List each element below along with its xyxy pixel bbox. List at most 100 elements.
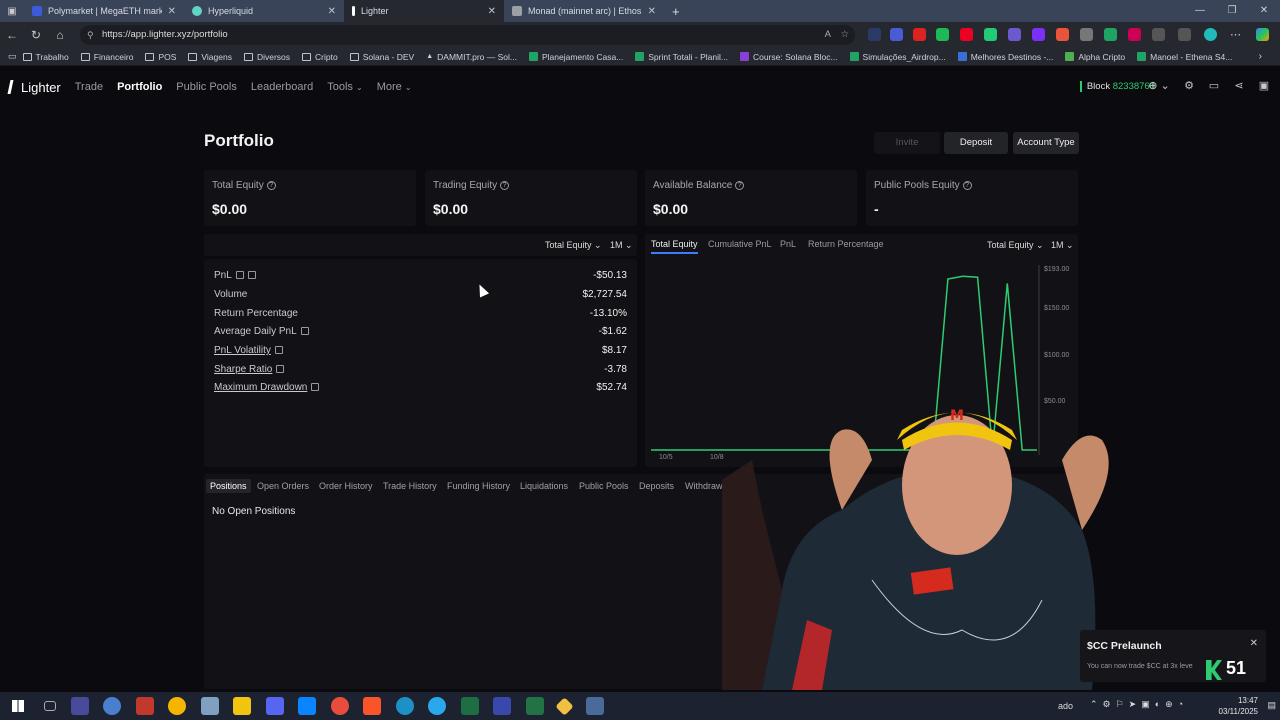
browser-tab-polymarket[interactable]: Polymarket | MegaETH market ca ✕	[24, 0, 184, 22]
tab-positions[interactable]: Positions	[206, 479, 251, 493]
account-type-button[interactable]: Account Type	[1013, 132, 1079, 154]
browser-tab-hyperliquid[interactable]: Hyperliquid ✕	[184, 0, 344, 22]
extension-icon[interactable]	[1128, 28, 1141, 41]
nav-tools[interactable]: Tools ⌄	[327, 81, 362, 93]
reload-icon[interactable]: ↻	[24, 28, 48, 42]
close-icon[interactable]: ✕	[488, 6, 496, 17]
share-icon[interactable]	[300, 327, 309, 336]
chrome-icon[interactable]	[168, 697, 186, 715]
stat-label[interactable]: PnL Volatility	[214, 345, 271, 356]
new-tab-icon[interactable]: +	[672, 4, 680, 19]
bookmark-item[interactable]: Diversos	[238, 52, 296, 62]
profile-avatar[interactable]	[1204, 28, 1217, 41]
tab-open-orders[interactable]: Open Orders	[257, 481, 309, 491]
stats-metric-dropdown[interactable]: Total Equity ⌄	[545, 240, 602, 251]
chart-metric-dropdown[interactable]: Total Equity ⌄	[987, 240, 1044, 251]
info-icon[interactable]: ?	[735, 180, 745, 190]
extension-icon[interactable]	[1104, 28, 1117, 41]
taskbar-app-icon[interactable]	[103, 697, 121, 715]
stat-label[interactable]: Maximum Drawdown	[214, 382, 307, 393]
tab-liquidations[interactable]: Liquidations	[520, 481, 568, 491]
bookmark-item[interactable]: Planejamento Casa...	[523, 52, 629, 62]
extension-icon[interactable]	[868, 28, 881, 41]
task-view-icon[interactable]	[44, 701, 56, 711]
tab-funding-history[interactable]: Funding History	[447, 481, 510, 491]
bookmark-item[interactable]: Manoel - Ethena S4...	[1131, 52, 1238, 62]
extension-icon[interactable]	[1056, 28, 1069, 41]
nav-portfolio[interactable]: Portfolio	[117, 81, 162, 93]
stats-range-dropdown[interactable]: 1M ⌄	[610, 240, 633, 251]
taskbar-app-icon[interactable]	[330, 697, 349, 715]
taskbar-app-icon[interactable]	[135, 697, 154, 715]
chart-tab-total-equity[interactable]: Total Equity	[651, 239, 698, 254]
back-icon[interactable]: ←	[0, 28, 24, 42]
taskbar-app-icon[interactable]	[200, 697, 219, 715]
bookmark-item[interactable]: POS	[139, 52, 182, 62]
browser-tab-lighter[interactable]: Lighter ✕	[344, 0, 504, 22]
info-icon[interactable]: ?	[962, 180, 972, 190]
info-icon[interactable]: ?	[266, 180, 276, 190]
file-explorer-icon[interactable]	[233, 697, 251, 715]
tab-order-history[interactable]: Order History	[319, 481, 373, 491]
lighter-logo[interactable]: Lighter	[7, 80, 61, 95]
bookmark-item[interactable]: Trabalho	[17, 52, 75, 62]
extensions-puzzle-icon[interactable]	[1152, 28, 1165, 41]
share-icon[interactable]	[235, 271, 244, 280]
bookmark-item[interactable]: Alpha Cripto	[1059, 52, 1131, 62]
bookmark-item[interactable]: Financeiro	[75, 52, 140, 62]
bookmark-item[interactable]: Cripto	[296, 52, 344, 62]
nav-public-pools[interactable]: Public Pools	[176, 81, 237, 93]
nav-leaderboard[interactable]: Leaderboard	[251, 81, 313, 93]
restore-icon[interactable]: ❐	[1216, 0, 1248, 22]
close-window-icon[interactable]: ✕	[1248, 0, 1280, 22]
extension-icon[interactable]	[936, 28, 949, 41]
share-icon[interactable]	[274, 346, 283, 355]
chart-range-dropdown[interactable]: 1M ⌄	[1051, 240, 1074, 251]
bookmark-item[interactable]: Course: Solana Bloc...	[734, 52, 844, 62]
calendar-icon[interactable]	[247, 271, 256, 280]
taskbar-app-icon[interactable]	[525, 697, 544, 715]
home-icon[interactable]: ⌂	[48, 28, 72, 42]
close-icon[interactable]: ✕	[1250, 638, 1258, 649]
chart-tab-return-percentage[interactable]: Return Percentage	[808, 239, 884, 249]
calculator-icon[interactable]	[585, 697, 604, 715]
invite-button[interactable]: Invite	[874, 132, 940, 154]
tab-public-pools[interactable]: Public Pools	[579, 481, 629, 491]
telegram-icon[interactable]	[428, 697, 446, 715]
bookmarks-menu-icon[interactable]: ▭	[8, 51, 17, 62]
edge-icon[interactable]	[395, 697, 414, 715]
excel-icon[interactable]	[460, 697, 479, 715]
extension-icon[interactable]	[1080, 28, 1093, 41]
deposit-button[interactable]: Deposit	[944, 132, 1008, 154]
extension-icon[interactable]	[1032, 28, 1045, 41]
close-icon[interactable]: ✕	[328, 6, 336, 17]
tab-deposits[interactable]: Deposits	[639, 481, 674, 491]
extension-icon[interactable]	[913, 28, 926, 41]
extension-icon[interactable]	[960, 28, 973, 41]
close-icon[interactable]: ✕	[648, 6, 656, 17]
nav-trade[interactable]: Trade	[75, 81, 103, 93]
copilot-icon[interactable]	[1256, 28, 1269, 41]
globe-icon[interactable]: ⊕ ⌄	[1146, 79, 1172, 93]
chat-icon[interactable]: ▭	[1206, 79, 1222, 93]
chevron-right-icon[interactable]: ›	[1259, 51, 1262, 62]
site-info-icon[interactable]: ⚲	[87, 25, 94, 45]
favorites-icon[interactable]	[1178, 28, 1191, 41]
minimize-icon[interactable]: —	[1184, 0, 1216, 22]
taskbar-app-icon[interactable]	[555, 696, 574, 716]
read-aloud-icon[interactable]: A	[825, 25, 831, 45]
windows-start-icon[interactable]	[12, 700, 24, 712]
close-icon[interactable]: ✕	[168, 6, 176, 17]
wallet-icon[interactable]: ▣	[1256, 79, 1272, 93]
nav-more[interactable]: More ⌄	[377, 81, 412, 93]
bookmark-item[interactable]: Sprint Totali - Planil...	[629, 52, 734, 62]
brave-icon[interactable]	[363, 697, 381, 715]
bookmark-item[interactable]: ▲ DAMMIT.pro — Sol...	[420, 52, 523, 62]
taskbar-app-icon[interactable]	[70, 697, 89, 715]
extension-icon[interactable]	[890, 28, 903, 41]
settings-gear-icon[interactable]: ⚙	[1181, 79, 1197, 93]
tab-actions-icon[interactable]: ▣	[0, 6, 24, 17]
share-icon[interactable]	[311, 383, 320, 392]
browser-menu-icon[interactable]: ⋯	[1230, 28, 1241, 41]
taskbar-app-icon[interactable]	[493, 697, 511, 715]
